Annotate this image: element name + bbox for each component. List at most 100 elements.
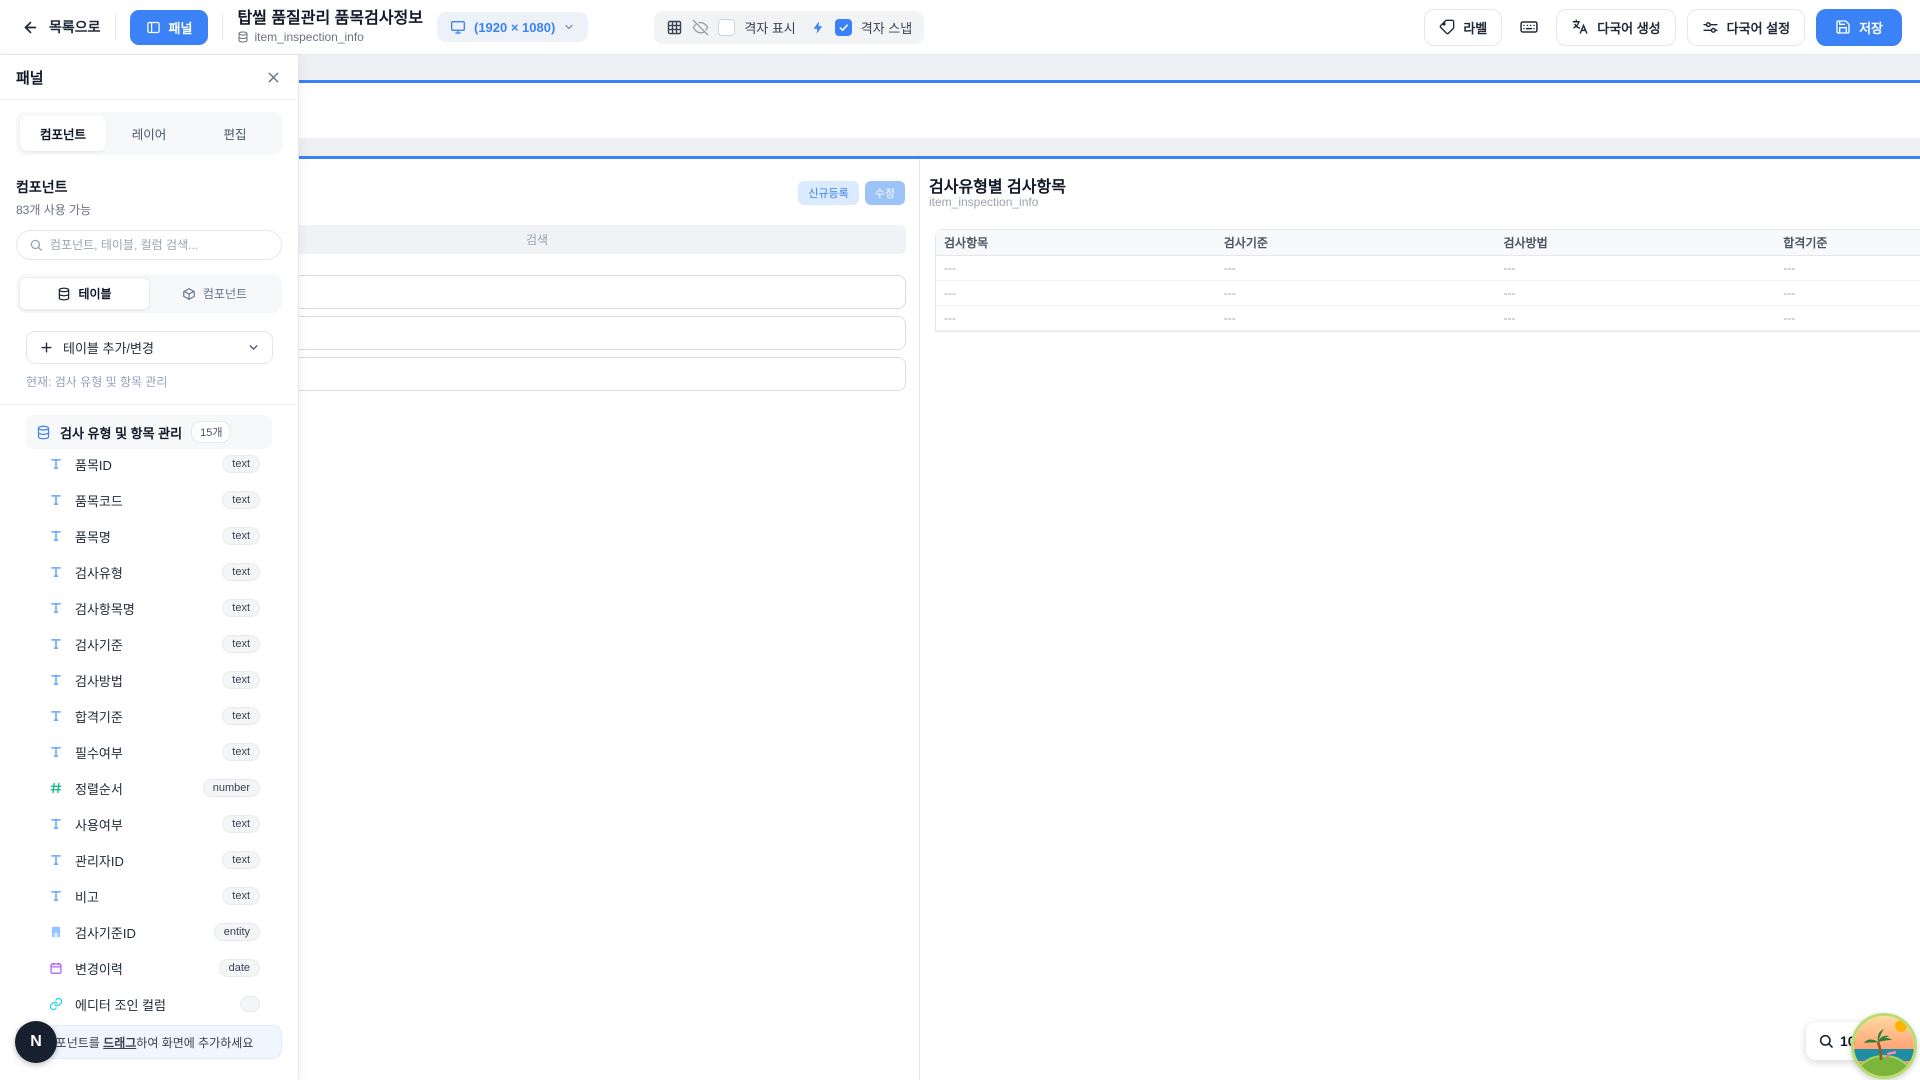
magnifier-icon <box>1818 1033 1834 1049</box>
field-type-badge: number <box>203 779 260 797</box>
toggle-component[interactable]: 컴포넌트 <box>150 277 279 310</box>
field-type-badge: text <box>222 851 260 869</box>
divider <box>222 14 223 40</box>
database-icon <box>57 287 71 301</box>
chevron-down-icon <box>563 21 575 33</box>
text-type-icon <box>48 709 63 723</box>
table-cell: --- <box>1775 305 1920 330</box>
field-type-badge: text <box>222 815 260 833</box>
field-row-entity-field[interactable]: 검사기준IDentity <box>0 914 298 950</box>
search-icon <box>29 238 43 252</box>
tab-components[interactable]: 컴포넌트 <box>20 116 106 151</box>
canvas-edit-button[interactable]: 수정 <box>865 181 905 205</box>
field-type-badge <box>240 996 260 1012</box>
grid-show-checkbox[interactable] <box>718 19 735 36</box>
close-icon[interactable] <box>265 69 282 86</box>
table-row: ------------ <box>936 255 1920 280</box>
field-type-badge: text <box>222 527 260 545</box>
panel-toggle-button[interactable]: 패널 <box>130 10 209 45</box>
field-row-text-field[interactable]: 비고 text <box>0 878 298 914</box>
eye-off-icon[interactable] <box>692 19 709 36</box>
text-type-icon <box>48 745 63 759</box>
field-row-text-field[interactable]: 관리자IDtext <box>0 842 298 878</box>
table-header-cell: 검사기준 <box>1216 230 1496 255</box>
field-row-text-field[interactable]: 품목명text <box>0 518 298 554</box>
i18n-generate-button[interactable]: 다국어 생성 <box>1556 9 1675 46</box>
notification-avatar[interactable]: N <box>15 1021 57 1063</box>
i18n-settings-button[interactable]: 다국어 설정 <box>1687 9 1805 46</box>
field-row-text-field[interactable]: 사용여부text <box>0 806 298 842</box>
package-icon <box>182 287 196 301</box>
component-search[interactable] <box>16 230 282 260</box>
bolt-icon <box>811 20 826 35</box>
field-row-date-field[interactable]: 변경이력date <box>0 950 298 986</box>
field-type-badge: date <box>219 959 260 977</box>
tab-layers[interactable]: 레이어 <box>106 116 192 151</box>
resolution-dropdown[interactable]: (1920 × 1080) <box>437 12 588 42</box>
number-type-icon <box>48 781 63 795</box>
field-row-text-field[interactable]: 검사방법text <box>0 662 298 698</box>
database-icon <box>36 425 51 440</box>
grid-snap-label: 격자 스냅 <box>861 18 912 37</box>
field-type-badge: text <box>222 563 260 581</box>
table-row: ------------ <box>936 305 1920 330</box>
canvas-new-button[interactable]: 신규등록 <box>798 181 858 205</box>
text-type-icon <box>48 853 63 867</box>
table-cell: --- <box>1216 305 1496 330</box>
field-type-badge: text <box>222 671 260 689</box>
grid-snap-checkbox[interactable] <box>835 19 852 36</box>
panel-tabs: 컴포넌트 레이어 편집 <box>16 112 282 155</box>
field-row-text-field[interactable]: 검사유형 text <box>0 554 298 590</box>
table-cell: --- <box>936 305 1216 330</box>
field-row-text-field[interactable]: 검사항목명 text <box>0 590 298 626</box>
field-row-number-field[interactable]: 정렬순서number <box>0 770 298 806</box>
field-type-badge: text <box>222 455 260 473</box>
field-row-text-field[interactable]: 필수여부text <box>0 734 298 770</box>
field-row-text-field[interactable]: 합격기준text <box>0 698 298 734</box>
field-row-text-field[interactable]: 품목코드text <box>0 482 298 518</box>
field-type-badge: text <box>222 599 260 617</box>
toggle-table[interactable]: 테이블 <box>19 277 150 310</box>
divider <box>0 404 298 405</box>
table-cell: --- <box>1216 255 1496 280</box>
arrow-left-icon <box>22 19 39 36</box>
text-type-icon <box>48 457 63 471</box>
canvas-data-table[interactable]: 검사항목검사기준검사방법합격기준 -----------------------… <box>935 229 1920 332</box>
database-icon <box>237 31 249 43</box>
field-row-join-field[interactable]: 에디터 조인 컬럼 <box>0 986 298 1013</box>
page-title: 탑씰 품질관리 품목검사정보 <box>237 10 423 28</box>
add-table-dropdown[interactable]: 테이블 추가/변경 <box>26 331 273 364</box>
table-cell: --- <box>936 255 1216 280</box>
components-count: 83개 사용 가능 <box>16 201 282 218</box>
component-search-input[interactable] <box>50 238 269 252</box>
canvas-right-pane: 검사유형별 검사항목 item_inspection_info 검사항목검사기준… <box>921 159 1920 1080</box>
field-list: 품목ID text 품목코드text품목명text 검사유형 text 검사항목명 text… <box>0 446 298 1013</box>
table-row: ------------ <box>936 280 1920 305</box>
canvas-table-binding: item_inspection_info <box>929 195 1038 209</box>
field-type-badge: text <box>222 635 260 653</box>
field-row-text-field[interactable]: 품목ID text <box>0 446 298 482</box>
text-type-icon <box>48 817 63 831</box>
field-type-badge: text <box>222 887 260 905</box>
field-name: 품목ID <box>75 455 112 474</box>
field-count-badge: 15개 <box>191 421 231 443</box>
save-button[interactable]: 저장 <box>1816 9 1902 46</box>
join-type-icon <box>48 997 63 1011</box>
save-icon <box>1835 19 1851 35</box>
tag-icon <box>1439 19 1455 35</box>
field-name: 검사유형 <box>75 563 123 582</box>
label-button[interactable]: 라벨 <box>1424 9 1502 46</box>
field-name: 검사항목명 <box>75 599 135 618</box>
grid-icon[interactable] <box>666 19 683 36</box>
field-row-text-field[interactable]: 검사기준text <box>0 626 298 662</box>
field-name: 비고 <box>75 887 99 906</box>
table-header-cell: 검사항목 <box>936 230 1216 255</box>
island-badge[interactable] <box>1851 1013 1917 1079</box>
tab-edit[interactable]: 편집 <box>192 116 278 151</box>
table-group-header[interactable]: 검사 유형 및 항목 관리 15개 <box>26 415 272 449</box>
grid-options-group: 격자 표시 격자 스냅 <box>654 11 924 44</box>
keyboard-shortcuts-button[interactable] <box>1513 11 1545 43</box>
grid-show-label: 격자 표시 <box>744 18 795 37</box>
back-to-list-button[interactable]: 목록으로 <box>22 17 101 37</box>
table-cell: --- <box>1775 280 1920 305</box>
